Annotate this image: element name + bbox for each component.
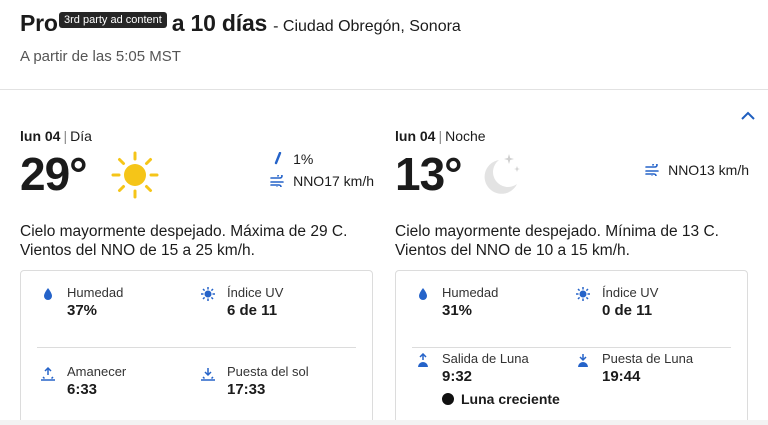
uv-index-item: Índice UV 6 de 11	[199, 285, 283, 319]
night-humidity-item: Humedad 31%	[414, 285, 498, 319]
updated-time: A partir de las 5:05 MST	[20, 48, 181, 65]
precip-metric: 1%	[269, 148, 374, 170]
sunset-icon	[199, 366, 217, 382]
day-period-label: lun 04 | Día	[20, 128, 92, 144]
night-period-label: lun 04 | Noche	[395, 128, 486, 144]
night-temperature: 13°	[395, 148, 463, 200]
wind-icon	[269, 174, 287, 188]
day-temperature: 29°	[20, 148, 88, 200]
raindrop-icon	[269, 152, 287, 166]
sunrise-item: Amanecer 6:33	[39, 364, 126, 398]
uv-sun-icon	[574, 287, 592, 303]
moon-phase: Luna creciente	[442, 391, 560, 407]
day-description: Cielo mayormente despejado. Máxima de 29…	[20, 223, 348, 259]
page-header: Pro a 10 días - Ciudad Obregón, Sonora 3r…	[20, 10, 760, 37]
moon-stars-icon	[484, 154, 520, 194]
day-details-card: Humedad 37% Índice UV 6 de 11 Amanecer 6:33…	[20, 270, 373, 425]
sunrise-icon	[39, 366, 57, 382]
wind-metric: NNO17 km/h	[269, 170, 374, 192]
collapse-chevron-icon[interactable]	[741, 111, 755, 121]
sun-icon	[111, 151, 159, 199]
night-wind-metric: NNO13 km/h	[644, 159, 749, 181]
sunset-item: Puesta del sol 17:33	[199, 364, 309, 398]
night-description: Cielo mayormente despejado. Mínima de 13…	[395, 223, 719, 259]
moon-phase-icon	[442, 393, 454, 405]
divider	[0, 89, 768, 90]
location-label: - Ciudad Obregón, Sonora	[273, 18, 461, 35]
moonset-item: Puesta de Luna 19:44	[574, 351, 693, 385]
humidity-item: Humedad 37%	[39, 285, 123, 319]
wind-icon	[644, 163, 662, 177]
night-details-card: Humedad 31% Índice UV 0 de 11 Salida de Lu…	[395, 270, 748, 425]
night-uv-index-item: Índice UV 0 de 11	[574, 285, 658, 319]
ad-tooltip: 3rd party ad content	[59, 12, 167, 28]
moonrise-icon	[414, 353, 432, 369]
moonrise-item: Salida de Luna 9:32	[414, 351, 529, 385]
humidity-drop-icon	[414, 287, 432, 303]
uv-sun-icon	[199, 287, 217, 303]
card-divider	[412, 347, 731, 348]
card-divider	[37, 347, 356, 348]
moonset-icon	[574, 353, 592, 369]
day-panel: lun 04 | Día 29° 1% NNO17 km/h Cielo may…	[20, 128, 376, 425]
humidity-drop-icon	[39, 287, 57, 303]
bottom-divider	[0, 420, 768, 425]
night-panel: lun 04 | Noche 13° NNO13 km/h Cielo mayorm…	[395, 128, 751, 425]
